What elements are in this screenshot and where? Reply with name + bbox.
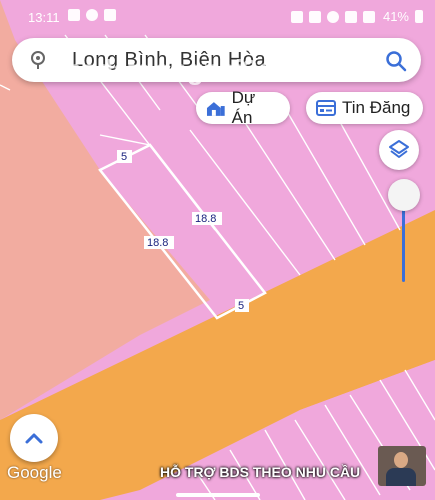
building-icon: [206, 102, 225, 116]
tin-dang-label: Tin Đăng: [342, 98, 411, 117]
home-indicator[interactable]: [176, 493, 260, 497]
du-an-label: Dự Án: [231, 88, 256, 127]
battery-icon: [415, 10, 423, 23]
layers-button[interactable]: [379, 130, 419, 170]
pin-icon: [31, 51, 45, 69]
status-time: 13:11: [28, 10, 60, 25]
chevron-up-icon: [25, 433, 43, 444]
avatar-face: [394, 452, 408, 468]
search-bar[interactable]: Long Bình, Biên Hòa nhadatdongnai247: [12, 38, 421, 85]
dim-label-right: 18.8: [192, 212, 222, 225]
facebook-icon: [86, 9, 98, 21]
layers-icon: [389, 140, 409, 158]
zoom-slider-handle[interactable]: [388, 179, 420, 211]
dim-label-top: 5: [117, 150, 132, 163]
svg-text:5: 5: [121, 151, 127, 163]
listing-icon: [316, 100, 336, 116]
notification-icons: [68, 9, 116, 21]
location-icon: [326, 10, 339, 23]
dim-label-left: 18.8: [144, 236, 174, 249]
alarm-icon: [290, 10, 303, 23]
gallery-icon: [68, 9, 80, 21]
search-input[interactable]: Long Bình, Biên Hòa: [72, 49, 266, 72]
promo-banner: HỖ TRỢ BDS THEO NHU CẦU: [160, 464, 361, 480]
check-icon: [104, 9, 116, 21]
expand-button[interactable]: [10, 414, 58, 462]
wifi-icon: [344, 10, 357, 23]
lock-icon: [308, 10, 321, 23]
tin-dang-button[interactable]: Tin Đăng: [306, 92, 423, 124]
search-icon[interactable]: [385, 50, 407, 72]
google-logo: Google: [7, 463, 62, 482]
svg-text:18.8: 18.8: [147, 237, 168, 249]
du-an-button[interactable]: Dự Án: [196, 88, 290, 127]
dim-label-bottom: 5: [235, 299, 249, 312]
svg-text:18.8: 18.8: [195, 213, 216, 225]
battery-level: 41%: [382, 9, 409, 24]
status-bar: 13:11 41%: [0, 0, 435, 34]
system-icons: 41%: [290, 9, 423, 24]
zoom-slider-track[interactable]: [402, 200, 405, 282]
signal-icon: [362, 10, 375, 23]
avatar: [378, 446, 426, 486]
svg-text:5: 5: [238, 300, 244, 312]
avatar-shirt: [386, 468, 416, 486]
